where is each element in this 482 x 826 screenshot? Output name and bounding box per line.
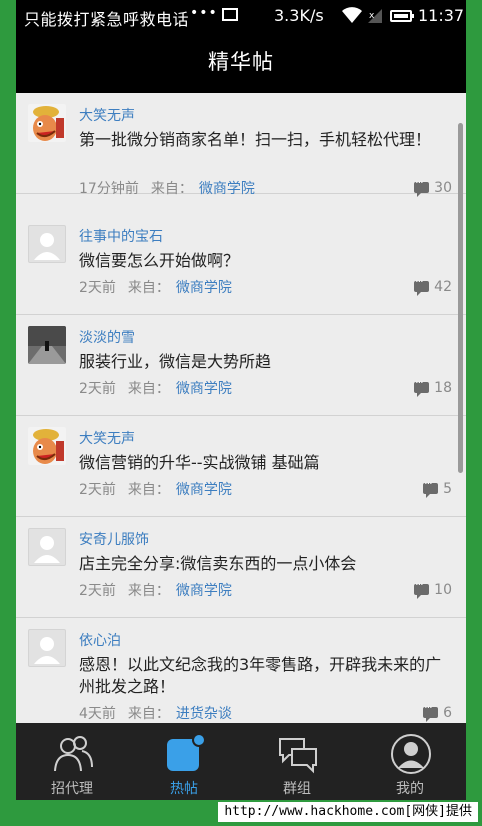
post-author[interactable]: 淡淡的雪 [79,327,135,347]
reply-count-value: 42 [434,279,452,295]
post-from-label: 来自： [150,181,193,197]
bottom-tab-bar: 招代理 热帖 群组 我的 [16,723,466,800]
list-item[interactable]: 安奇儿服饰 店主完全分享:微信卖东西的一点小体会 2天前来自： 微商学院 10 [16,517,466,618]
reply-count: 30 [414,176,452,197]
network-speed: 3.3K/s [274,6,324,25]
people-icon [54,736,93,772]
comment-icon [423,701,439,722]
reply-count-value: 18 [434,380,452,396]
post-title[interactable]: 微信要怎么开始做啊？ [79,250,449,272]
wifi-icon [342,7,362,23]
tab-label: 我的 [396,781,424,797]
post-time: 2天前 [79,583,116,599]
post-meta: 17分钟前 来自： 微商学院 [79,178,255,198]
cartoon-avatar[interactable] [28,427,66,465]
post-board-link[interactable]: 进货杂谈 [176,706,232,722]
page-title: 精华帖 [16,32,466,93]
status-bar: 只能拨打紧急呼救电话 ••• 3.3K/s x 11:37 [16,0,466,32]
tab-groups[interactable]: 群组 [241,723,353,800]
list-item[interactable]: 淡淡的雪 服装行业，微信是大势所趋 2天前来自： 微商学院 18 [16,315,466,416]
reply-count: 10 [414,578,452,599]
tab-hot-posts[interactable]: 热帖 [128,723,240,800]
post-time: 17分钟前 [79,181,139,197]
tab-recruit-agents[interactable]: 招代理 [16,723,128,800]
user-icon [391,734,431,774]
reply-count: 5 [423,477,452,498]
tab-label: 群组 [283,781,311,797]
post-time: 2天前 [79,482,116,498]
carrier-text: 只能拨打紧急呼救电话 [24,10,190,29]
default-avatar[interactable] [28,528,66,566]
watermark-footer: http://www.hackhome.com[网侠]提供 [0,800,482,826]
post-time: 2天前 [79,280,116,296]
comment-icon [414,176,430,197]
reply-count: 42 [414,275,452,296]
post-meta: 2天前 来自： 微商学院 [79,580,232,600]
post-author[interactable]: 大笑无声 [79,428,135,448]
post-time: 2天前 [79,381,116,397]
post-author[interactable]: 往事中的宝石 [79,226,163,246]
post-title[interactable]: 店主完全分享:微信卖东西的一点小体会 [79,553,449,575]
reply-count: 6 [423,701,452,722]
default-avatar[interactable] [28,629,66,667]
clock: 11:37 [418,6,465,25]
post-author[interactable]: 依心泊 [79,630,121,650]
list-item[interactable]: 往事中的宝石 微信要怎么开始做啊？ 2天前来自： 微商学院 42 [16,214,466,315]
post-from-label: 来自： [127,381,170,397]
tab-label: 招代理 [51,781,93,797]
tab-mine[interactable]: 我的 [354,723,466,800]
post-meta: 2天前 来自： 微商学院 [79,479,232,499]
chat-bubbles-icon [279,738,317,774]
phone-screen: 只能拨打紧急呼救电话 ••• 3.3K/s x 11:37 精华帖 大笑无声 第… [16,0,466,800]
comment-icon [414,578,430,599]
post-from-label: 来自： [127,583,170,599]
image-notification-icon [222,8,238,21]
post-meta: 2天前 来自： 微商学院 [79,277,232,297]
reply-count-value: 10 [434,582,452,598]
svg-text:x: x [369,11,375,21]
post-author[interactable]: 安奇儿服饰 [79,529,149,549]
default-avatar[interactable] [28,225,66,263]
post-board-link[interactable]: 微商学院 [176,280,232,296]
battery-icon [390,10,414,22]
post-board-link[interactable]: 微商学院 [199,181,255,197]
reply-count-value: 30 [434,180,452,196]
post-title[interactable]: 第一批微分销商家名单！扫一扫，手机轻松代理！ [79,129,449,151]
comment-icon [423,477,439,498]
post-meta: 4天前 来自： 进货杂谈 [79,703,232,723]
cartoon-avatar[interactable] [28,104,66,142]
more-notifications-indicator: ••• [190,5,218,21]
hot-post-icon [167,733,206,771]
post-from-label: 来自： [127,280,170,296]
watermark-url: http://www.hackhome.com[网侠]提供 [218,802,478,822]
post-from-label: 来自： [127,706,170,722]
reply-count-value: 6 [443,705,452,721]
post-title[interactable]: 微信营销的升华--实战微铺 基础篇 [79,452,449,474]
post-board-link[interactable]: 微商学院 [176,583,232,599]
reply-count: 18 [414,376,452,397]
post-meta: 2天前 来自： 微商学院 [79,378,232,398]
post-title[interactable]: 服装行业，微信是大势所趋 [79,351,449,373]
list-item[interactable]: 大笑无声 第一批微分销商家名单！扫一扫，手机轻松代理！ 17分钟前 来自： 微商学院… [16,93,466,197]
tab-label: 热帖 [170,781,198,797]
post-list[interactable]: 大笑无声 第一批微分销商家名单！扫一扫，手机轻松代理！ 17分钟前 来自： 微商学院… [16,93,466,723]
post-from-label: 来自： [127,482,170,498]
post-board-link[interactable]: 微商学院 [176,381,232,397]
post-board-link[interactable]: 微商学院 [176,482,232,498]
list-scrollbar[interactable] [458,123,463,473]
post-time: 4天前 [79,706,116,722]
photo-avatar[interactable] [28,326,66,364]
list-item[interactable]: 大笑无声 微信营销的升华--实战微铺 基础篇 2天前来自： 微商学院 5 [16,416,466,517]
post-author[interactable]: 大笑无声 [79,105,135,125]
reply-count-value: 5 [443,481,452,497]
comment-icon [414,275,430,296]
post-title[interactable]: 感恩！以此文纪念我的3年零售路，开辟我未来的广州批发之路！ [79,654,449,698]
comment-icon [414,376,430,397]
list-item[interactable]: 依心泊 感恩！以此文纪念我的3年零售路，开辟我未来的广州批发之路！ 4天前 来自：… [16,618,466,723]
signal-icon: x [368,9,382,23]
